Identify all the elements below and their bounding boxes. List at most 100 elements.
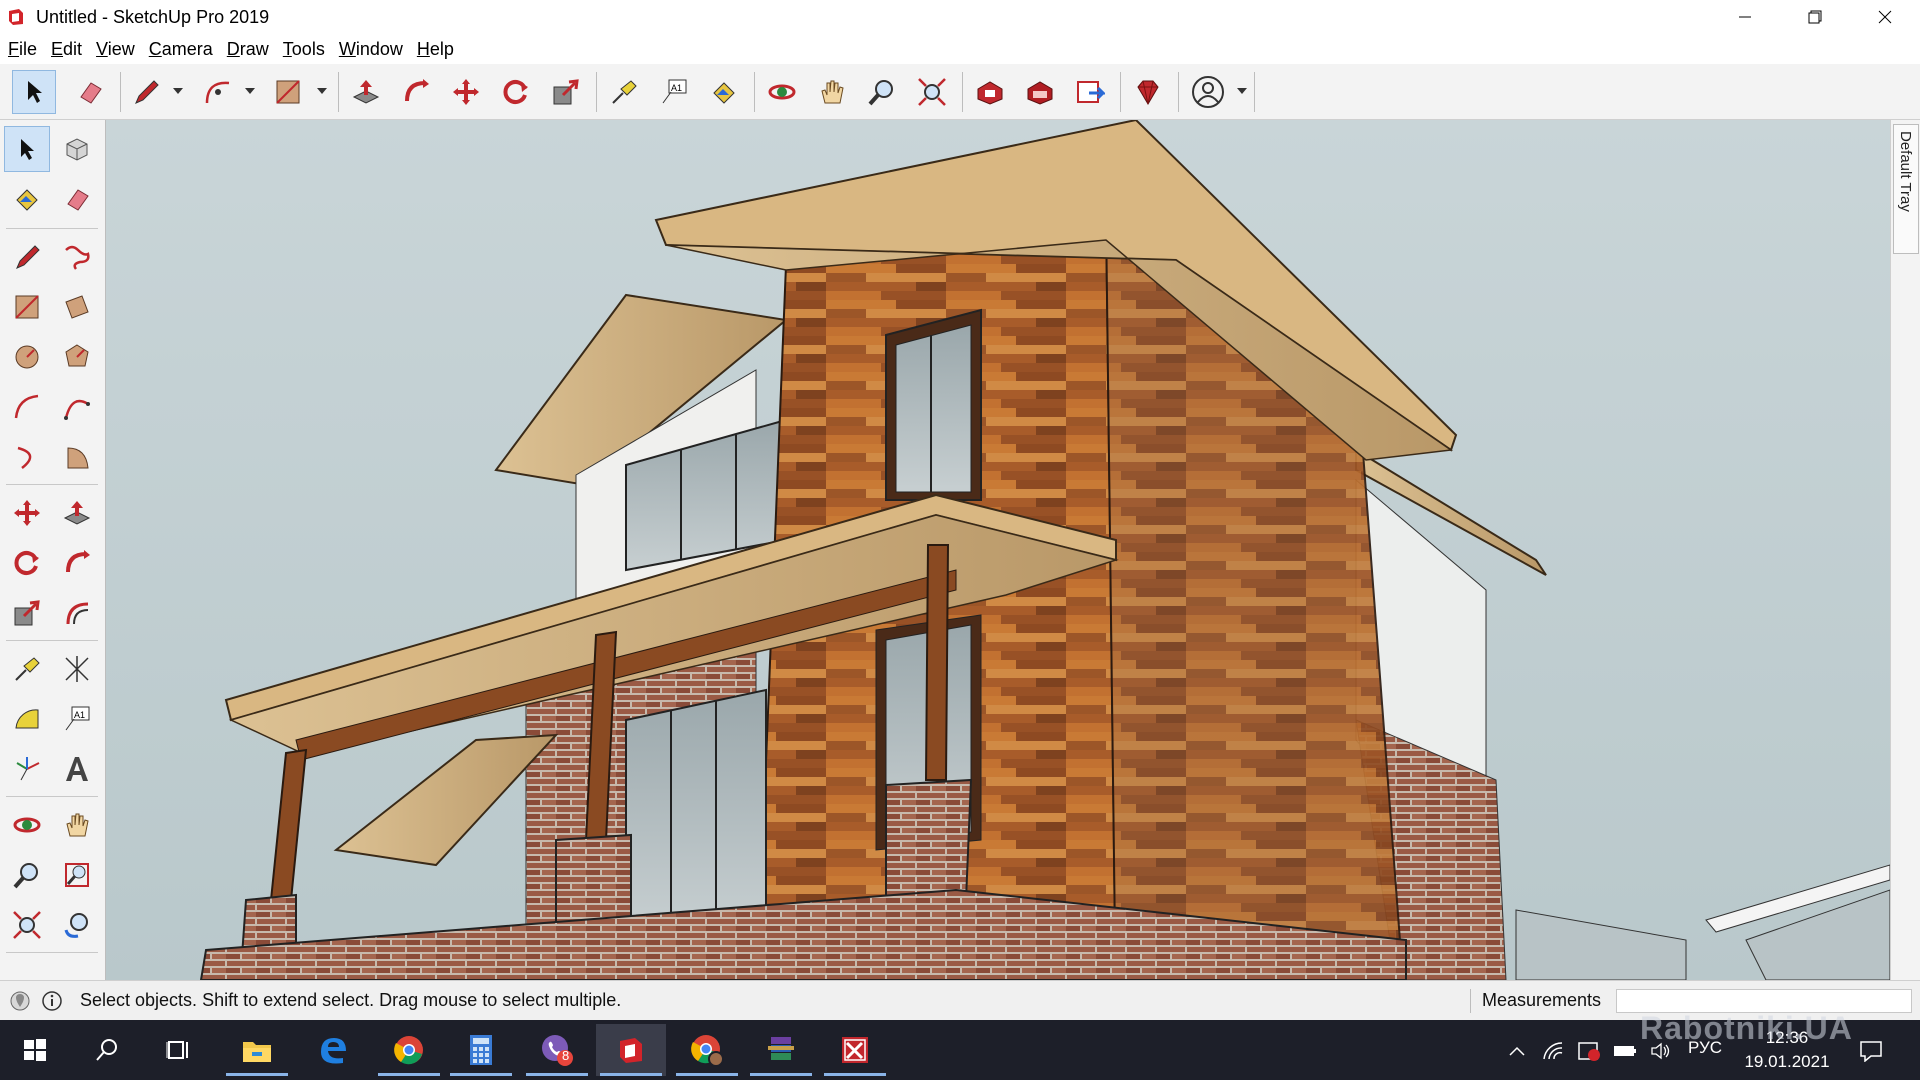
- lt-component-button[interactable]: [54, 126, 100, 172]
- account-dropdown[interactable]: [1236, 84, 1248, 98]
- tape-measure-icon: [612, 80, 637, 104]
- lt-line-button[interactable]: [4, 234, 50, 280]
- lt-zoom-window-button[interactable]: [54, 852, 100, 898]
- lt-select-button[interactable]: [4, 126, 50, 172]
- move-tool-button[interactable]: [444, 70, 488, 114]
- lt-push-pull-button[interactable]: [54, 490, 100, 536]
- zoom-extents-tool-button[interactable]: [910, 70, 954, 114]
- file-explorer-button[interactable]: [222, 1024, 292, 1076]
- menu-help[interactable]: Help: [417, 39, 454, 60]
- paint-bucket-tool-button[interactable]: [702, 70, 746, 114]
- geolocation-status-button[interactable]: [8, 989, 32, 1013]
- lt-paint-bucket-button[interactable]: [4, 176, 50, 222]
- pan-tool-button[interactable]: [810, 70, 854, 114]
- sketchup-taskbar-button[interactable]: [596, 1024, 666, 1076]
- lt-pan-button[interactable]: [54, 802, 100, 848]
- model-viewport[interactable]: [106, 120, 1890, 980]
- arc-dropdown[interactable]: [244, 84, 256, 98]
- menu-window[interactable]: Window: [339, 39, 403, 60]
- snipping-tool-button[interactable]: [820, 1024, 890, 1076]
- restore-button[interactable]: [1780, 0, 1850, 34]
- edge-button[interactable]: [298, 1024, 368, 1076]
- lt-rotate-button[interactable]: [4, 540, 50, 586]
- menu-edit[interactable]: Edit: [51, 39, 82, 60]
- orbit-tool-button[interactable]: [760, 70, 804, 114]
- follow-me-tool-button[interactable]: [394, 70, 438, 114]
- lt-orbit-button[interactable]: [4, 802, 50, 848]
- viber-icon: [542, 1035, 573, 1066]
- lt-three-point-arc-button[interactable]: [4, 434, 50, 480]
- start-button[interactable]: [0, 1024, 70, 1076]
- rotate-tool-button[interactable]: [494, 70, 538, 114]
- scale-tool-button[interactable]: [544, 70, 588, 114]
- lt-offset-button[interactable]: [54, 590, 100, 636]
- rotated-rectangle-icon: [65, 295, 89, 319]
- lt-arc-button[interactable]: [4, 384, 50, 430]
- chrome-profile-button[interactable]: [672, 1024, 742, 1076]
- lt-freehand-button[interactable]: [54, 234, 100, 280]
- extension-manager-button[interactable]: [1126, 70, 1170, 114]
- lt-3d-text-button[interactable]: [54, 746, 100, 792]
- tape-measure-tool-button[interactable]: [602, 70, 646, 114]
- zoom-tool-button[interactable]: [860, 70, 904, 114]
- clock-date[interactable]: 19.01.2021: [1742, 1052, 1832, 1072]
- freehand-icon: [65, 245, 90, 270]
- zoom-window-icon: [65, 863, 89, 887]
- extension-warehouse-button[interactable]: [1018, 70, 1062, 114]
- send-to-layout-button[interactable]: [1068, 70, 1112, 114]
- lt-circle-button[interactable]: [4, 334, 50, 380]
- axes-icon: [16, 757, 40, 781]
- menu-camera[interactable]: Camera: [149, 39, 213, 60]
- show-hidden-icons-button[interactable]: [1504, 1038, 1530, 1064]
- lt-dimension-button[interactable]: [54, 646, 100, 692]
- rectangle-icon: [276, 80, 300, 104]
- menu-tools[interactable]: Tools: [283, 39, 325, 60]
- lt-polygon-button[interactable]: [54, 334, 100, 380]
- measurements-label: Measurements: [1482, 990, 1602, 1010]
- text-tool-button[interactable]: A1: [652, 70, 696, 114]
- viber-button[interactable]: 8: [522, 1024, 592, 1076]
- minimize-button[interactable]: [1710, 0, 1780, 34]
- eraser-tool-button[interactable]: [68, 70, 112, 114]
- close-button[interactable]: [1850, 0, 1920, 34]
- 3d-warehouse-button[interactable]: [968, 70, 1012, 114]
- lt-two-point-arc-button[interactable]: [54, 384, 100, 430]
- lt-move-button[interactable]: [4, 490, 50, 536]
- chrome-button[interactable]: [374, 1024, 444, 1076]
- menu-view[interactable]: View: [96, 39, 135, 60]
- rectangle-dropdown[interactable]: [316, 84, 328, 98]
- task-view-button[interactable]: [144, 1024, 214, 1076]
- account-button[interactable]: [1186, 70, 1230, 114]
- push-pull-tool-button[interactable]: [344, 70, 388, 114]
- lt-eraser-button[interactable]: [54, 176, 100, 222]
- network-button[interactable]: [1540, 1038, 1566, 1064]
- winrar-button[interactable]: [746, 1024, 816, 1076]
- default-tray-tab[interactable]: Default Tray: [1893, 124, 1919, 254]
- menu-draw[interactable]: Draw: [227, 39, 269, 60]
- lt-follow-me-button[interactable]: [54, 540, 100, 586]
- lt-axes-button[interactable]: [4, 746, 50, 792]
- lt-text-button[interactable]: A1: [54, 696, 100, 742]
- arc-tool-button[interactable]: [196, 70, 240, 114]
- battery-button[interactable]: [1612, 1038, 1638, 1064]
- lt-scale-button[interactable]: [4, 590, 50, 636]
- lt-rectangle-button[interactable]: [4, 284, 50, 330]
- lt-zoom-button[interactable]: [4, 852, 50, 898]
- rectangle-tool-button[interactable]: [266, 70, 310, 114]
- instructor-status-button[interactable]: [40, 989, 64, 1013]
- lt-pie-button[interactable]: [54, 434, 100, 480]
- line-dropdown[interactable]: [172, 84, 184, 98]
- action-center-button[interactable]: [1858, 1038, 1884, 1064]
- security-tray-button[interactable]: [1576, 1038, 1602, 1064]
- search-button[interactable]: [72, 1024, 142, 1076]
- sketchup-icon: [620, 1038, 642, 1063]
- menu-file[interactable]: File: [8, 39, 37, 60]
- lt-tape-measure-button[interactable]: [4, 646, 50, 692]
- lt-previous-view-button[interactable]: [54, 902, 100, 948]
- lt-protractor-button[interactable]: [4, 696, 50, 742]
- calculator-button[interactable]: [446, 1024, 516, 1076]
- lt-zoom-extents-button[interactable]: [4, 902, 50, 948]
- line-tool-button[interactable]: [124, 70, 168, 114]
- lt-rotated-rectangle-button[interactable]: [54, 284, 100, 330]
- select-tool-button[interactable]: [12, 70, 56, 114]
